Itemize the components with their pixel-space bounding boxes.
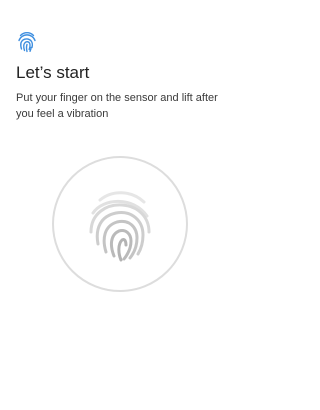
page-title: Let’s start: [16, 63, 90, 82]
fingerprint-icon: [89, 191, 151, 262]
fingerprint-icon: [18, 32, 36, 53]
instruction-text: Put your finger on the sensor and lift a…: [16, 92, 218, 120]
